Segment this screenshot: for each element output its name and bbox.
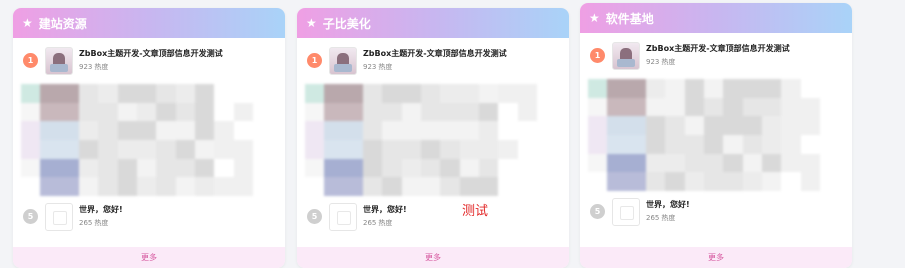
card-body: 1 ZbBox主题开发-文章顶部信息开发测试 923 热度 5 世界，您好! 26…: [13, 38, 285, 247]
card-title: 软件基地: [605, 11, 654, 26]
more-link[interactable]: 更多: [297, 247, 569, 268]
heat-unit: 热度: [94, 63, 109, 71]
more-link[interactable]: 更多: [580, 247, 852, 268]
post-thumbnail[interactable]: [329, 47, 357, 75]
post-thumbnail[interactable]: [329, 203, 357, 231]
list-item[interactable]: 1 ZbBox主题开发-文章顶部信息开发测试 923 热度: [297, 44, 569, 80]
card-header: ★ 子比美化: [297, 8, 569, 38]
blurred-region: [21, 84, 253, 196]
card-header: ★ 建站资源: [13, 8, 285, 38]
card-body: 1 ZbBox主题开发-文章顶部信息开发测试 923 热度 5 世界，您好! 26…: [297, 38, 569, 247]
heat-value: 923: [646, 58, 660, 66]
post-title[interactable]: ZbBox主题开发-文章顶部信息开发测试: [363, 48, 507, 59]
heat-value: 265: [363, 219, 377, 227]
post-title[interactable]: 世界，您好!: [646, 199, 690, 210]
rank-badge: 5: [23, 209, 38, 224]
star-icon: ★: [306, 16, 317, 30]
post-thumbnail[interactable]: [612, 42, 640, 70]
heat-unit: 热度: [661, 214, 676, 222]
heat-value: 265: [646, 214, 660, 222]
post-heat: 923 热度: [363, 62, 392, 72]
card-title: 子比美化: [322, 16, 371, 31]
star-icon: ★: [22, 16, 33, 30]
post-heat: 923 热度: [646, 57, 675, 67]
heat-value: 265: [79, 219, 93, 227]
list-item[interactable]: 5 世界，您好! 265 热度: [297, 200, 569, 236]
rank-badge: 1: [590, 48, 605, 63]
ranking-card-jianzhan: ★ 建站资源 1 ZbBox主题开发-文章顶部信息开发测试 923 热度 5 世界…: [13, 8, 285, 268]
post-heat: 265 热度: [79, 218, 108, 228]
star-icon: ★: [589, 11, 600, 25]
list-item[interactable]: 1 ZbBox主题开发-文章顶部信息开发测试 923 热度: [13, 44, 285, 80]
heat-value: 923: [79, 63, 93, 71]
floating-test-text: 测试: [462, 204, 489, 219]
more-link[interactable]: 更多: [13, 247, 285, 268]
heat-unit: 热度: [661, 58, 676, 66]
heat-unit: 热度: [378, 219, 393, 227]
heat-value: 923: [363, 63, 377, 71]
post-heat: 923 热度: [79, 62, 108, 72]
heat-unit: 热度: [378, 63, 393, 71]
post-thumbnail[interactable]: [45, 203, 73, 231]
list-item[interactable]: 5 世界，您好! 265 热度: [580, 195, 852, 231]
post-heat: 265 热度: [646, 213, 675, 223]
ranking-card-zibi: ★ 子比美化 1 ZbBox主题开发-文章顶部信息开发测试 923 热度 5 世界…: [297, 8, 569, 268]
blurred-region: [305, 84, 537, 196]
post-title[interactable]: 世界，您好!: [363, 204, 407, 215]
post-title[interactable]: ZbBox主题开发-文章顶部信息开发测试: [646, 43, 790, 54]
rank-badge: 1: [23, 53, 38, 68]
list-item[interactable]: 1 ZbBox主题开发-文章顶部信息开发测试 923 热度: [580, 39, 852, 75]
rank-badge: 1: [307, 53, 322, 68]
post-heat: 265 热度: [363, 218, 392, 228]
post-title[interactable]: ZbBox主题开发-文章顶部信息开发测试: [79, 48, 223, 59]
rank-badge: 5: [307, 209, 322, 224]
list-item[interactable]: 5 世界，您好! 265 热度: [13, 200, 285, 236]
post-thumbnail[interactable]: [612, 198, 640, 226]
card-body: 1 ZbBox主题开发-文章顶部信息开发测试 923 热度 5 世界，您好! 26…: [580, 33, 852, 242]
heat-unit: 热度: [94, 219, 109, 227]
rank-badge: 5: [590, 204, 605, 219]
blurred-region: [588, 79, 820, 191]
card-header: ★ 软件基地: [580, 3, 852, 33]
ranking-card-ruanjian: ★ 软件基地 1 ZbBox主题开发-文章顶部信息开发测试 923 热度 5 世界…: [580, 3, 852, 268]
post-thumbnail[interactable]: [45, 47, 73, 75]
card-title: 建站资源: [38, 16, 87, 31]
post-title[interactable]: 世界，您好!: [79, 204, 123, 215]
